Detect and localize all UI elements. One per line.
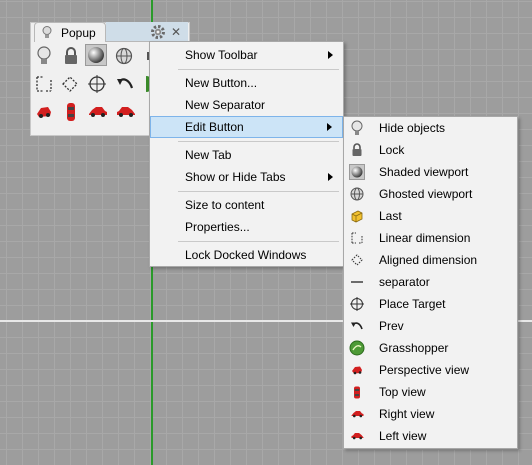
submenu-item-label: Lock xyxy=(379,143,405,157)
submenu-item-label: Linear dimension xyxy=(379,231,471,245)
menu-item-label: New Button... xyxy=(185,76,258,90)
tab-label: Popup xyxy=(61,26,96,40)
submenu-item-label: Hide objects xyxy=(379,121,446,135)
menu-item-label: Show or Hide Tabs xyxy=(185,170,286,184)
menu-item-label: New Tab xyxy=(185,148,232,162)
submenu-item-label: Shaded viewport xyxy=(379,165,469,179)
right-car-icon xyxy=(349,406,365,422)
ghosted-viewport-tool-icon[interactable] xyxy=(113,45,135,67)
submenu-arrow-icon xyxy=(328,51,333,59)
submenu-arrow-icon xyxy=(327,123,332,131)
menu-item-label: Properties... xyxy=(185,220,250,234)
submenu-item-label: separator xyxy=(379,275,430,289)
menu-separator xyxy=(178,241,339,242)
submenu-item-shaded-viewport[interactable]: Shaded viewport xyxy=(344,161,517,183)
submenu-item-grasshopper[interactable]: Grasshopper xyxy=(344,337,517,359)
last-cube-icon xyxy=(349,208,365,224)
submenu-arrow-icon xyxy=(328,173,333,181)
linear-dimension-icon xyxy=(349,230,365,246)
menu-item-label: Lock Docked Windows xyxy=(185,248,307,262)
submenu-item-linear-dimension[interactable]: Linear dimension xyxy=(344,227,517,249)
submenu-item-label: Prev xyxy=(379,319,404,333)
shaded-viewport-tool-icon[interactable] xyxy=(85,44,107,66)
submenu-item-separator[interactable]: separator xyxy=(344,271,517,293)
menu-item-show-or-hide-tabs[interactable]: Show or Hide Tabs xyxy=(150,166,343,188)
left-car-icon xyxy=(349,428,365,444)
menu-item-size-to-content[interactable]: Size to content xyxy=(150,194,343,216)
submenu-item-perspective-view[interactable]: Perspective view xyxy=(344,359,517,381)
submenu-item-label: Ghosted viewport xyxy=(379,187,473,201)
submenu-item-place-target[interactable]: Place Target xyxy=(344,293,517,315)
menu-item-lock-docked-windows[interactable]: Lock Docked Windows xyxy=(150,244,343,266)
top-car-icon xyxy=(349,384,365,400)
menu-separator xyxy=(178,69,339,70)
perspective-view-tool-icon[interactable] xyxy=(33,101,55,123)
submenu-item-label: Left view xyxy=(379,429,427,443)
submenu-item-prev[interactable]: Prev xyxy=(344,315,517,337)
target-icon xyxy=(349,296,365,312)
gear-icon[interactable] xyxy=(150,24,166,40)
menu-item-label: New Separator xyxy=(185,98,266,112)
linear-dimension-tool-icon[interactable] xyxy=(33,73,55,95)
lightbulb-icon xyxy=(349,120,365,136)
top-view-tool-icon[interactable] xyxy=(60,101,82,123)
lightbulb-icon xyxy=(42,26,52,38)
grasshopper-icon xyxy=(349,340,365,356)
menu-item-label: Show Toolbar xyxy=(185,48,258,62)
hide-objects-tool-icon[interactable] xyxy=(33,45,55,67)
menu-item-new-button[interactable]: New Button... xyxy=(150,72,343,94)
tab-popup[interactable]: Popup xyxy=(34,22,106,42)
submenu-item-lock[interactable]: Lock xyxy=(344,139,517,161)
prev-arrow-icon xyxy=(349,318,365,334)
menu-item-edit-button[interactable]: Edit Button xyxy=(150,116,343,138)
menu-item-label: Edit Button xyxy=(185,120,244,134)
submenu-item-label: Grasshopper xyxy=(379,341,449,355)
submenu-item-left-view[interactable]: Left view xyxy=(344,425,517,447)
submenu-item-label: Right view xyxy=(379,407,435,421)
menu-item-new-tab[interactable]: New Tab xyxy=(150,144,343,166)
perspective-car-icon xyxy=(349,362,365,378)
submenu-item-aligned-dimension[interactable]: Aligned dimension xyxy=(344,249,517,271)
shaded-sphere-icon xyxy=(349,164,365,180)
ghosted-sphere-icon xyxy=(349,186,365,202)
submenu-item-ghosted-viewport[interactable]: Ghosted viewport xyxy=(344,183,517,205)
padlock-icon xyxy=(349,142,365,158)
left-view-tool-icon[interactable] xyxy=(115,101,137,123)
submenu-item-last[interactable]: Last xyxy=(344,205,517,227)
submenu-item-hide-objects[interactable]: Hide objects xyxy=(344,117,517,139)
menu-separator xyxy=(178,141,339,142)
close-icon[interactable]: ✕ xyxy=(170,24,182,40)
separator-line-icon xyxy=(349,274,365,290)
edit-button-submenu: Hide objects Lock Shaded viewport Ghoste… xyxy=(343,116,518,449)
right-view-tool-icon[interactable] xyxy=(87,101,109,123)
submenu-item-label: Aligned dimension xyxy=(379,253,478,267)
context-menu: Show Toolbar New Button... New Separator… xyxy=(149,41,344,267)
menu-item-show-toolbar[interactable]: Show Toolbar xyxy=(150,44,343,66)
menu-item-properties[interactable]: Properties... xyxy=(150,216,343,238)
menu-item-label: Size to content xyxy=(185,198,265,212)
menu-separator xyxy=(178,191,339,192)
aligned-dimension-icon xyxy=(349,252,365,268)
menu-item-new-separator[interactable]: New Separator xyxy=(150,94,343,116)
aligned-dimension-tool-icon[interactable] xyxy=(59,73,81,95)
submenu-item-label: Perspective view xyxy=(379,363,470,377)
submenu-item-label: Place Target xyxy=(379,297,446,311)
submenu-item-label: Last xyxy=(379,209,402,223)
place-target-tool-icon[interactable] xyxy=(86,73,108,95)
submenu-item-right-view[interactable]: Right view xyxy=(344,403,517,425)
submenu-item-label: Top view xyxy=(379,385,426,399)
submenu-item-top-view[interactable]: Top view xyxy=(344,381,517,403)
lock-tool-icon[interactable] xyxy=(60,45,82,67)
prev-tool-icon[interactable] xyxy=(114,73,136,95)
